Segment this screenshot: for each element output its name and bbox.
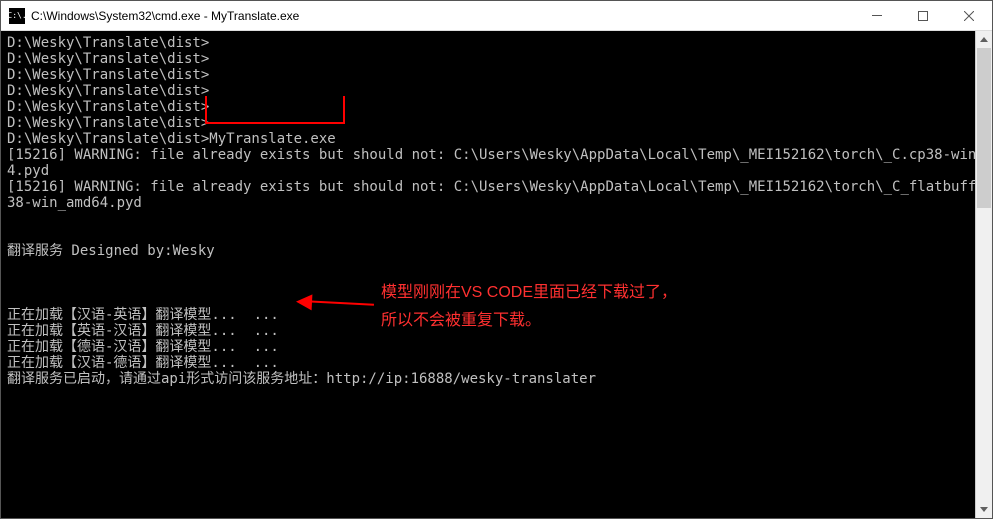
terminal-line: 翻译服务 Designed by:Wesky	[7, 243, 215, 259]
terminal-line: D:\Wesky\Translate\dist>	[7, 51, 209, 67]
terminal-line: D:\Wesky\Translate\dist>MyTranslate.exe	[7, 131, 336, 147]
terminal-line: 正在加载【汉语-英语】翻译模型... ...	[7, 307, 279, 323]
terminal-line: D:\Wesky\Translate\dist>	[7, 67, 209, 83]
terminal-line: 正在加载【英语-汉语】翻译模型... ...	[7, 323, 279, 339]
cmd-icon: C:\.	[9, 8, 25, 24]
close-button[interactable]	[946, 1, 992, 30]
terminal-line: 正在加载【汉语-德语】翻译模型... ...	[7, 355, 279, 371]
scroll-up-button[interactable]	[976, 31, 992, 48]
maximize-button[interactable]	[900, 1, 946, 30]
terminal-line: 正在加载【德语-汉语】翻译模型... ...	[7, 339, 279, 355]
annotation-arrow	[296, 294, 376, 314]
vertical-scrollbar[interactable]	[975, 31, 992, 518]
terminal-line: [15216] WARNING: file already exists but…	[7, 179, 992, 195]
terminal-line: 翻译服务已启动，请通过api形式访问该服务地址：http://ip:16888/…	[7, 371, 596, 387]
chevron-down-icon	[980, 507, 988, 512]
titlebar[interactable]: C:\. C:\Windows\System32\cmd.exe - MyTra…	[1, 1, 992, 31]
maximize-icon	[918, 11, 928, 21]
annotation-text: 模型刚刚在VS CODE里面已经下载过了， 所以不会被重复下载。	[381, 279, 677, 335]
scroll-thumb[interactable]	[977, 48, 991, 208]
terminal-line: 4.pyd	[7, 163, 49, 179]
terminal-line: D:\Wesky\Translate\dist>	[7, 99, 209, 115]
chevron-up-icon	[980, 37, 988, 42]
minimize-icon	[872, 15, 882, 16]
annotation-line2: 所以不会被重复下载。	[381, 307, 677, 335]
terminal-line: D:\Wesky\Translate\dist>	[7, 83, 209, 99]
arrow-line	[306, 300, 374, 306]
cmd-icon-text: C:\.	[7, 11, 26, 20]
terminal-line: 38-win_amd64.pyd	[7, 195, 142, 211]
terminal-line: D:\Wesky\Translate\dist>	[7, 35, 209, 51]
command-highlight-box	[205, 96, 345, 124]
window-title: C:\Windows\System32\cmd.exe - MyTranslat…	[31, 9, 854, 23]
close-icon	[964, 11, 974, 21]
minimize-button[interactable]	[854, 1, 900, 30]
window-controls	[854, 1, 992, 30]
terminal-line: [15216] WARNING: file already exists but…	[7, 147, 992, 163]
annotation-line1: 模型刚刚在VS CODE里面已经下载过了，	[381, 279, 677, 307]
terminal-output[interactable]: D:\Wesky\Translate\dist> D:\Wesky\Transl…	[1, 31, 992, 518]
scroll-down-button[interactable]	[976, 501, 992, 518]
terminal-line: D:\Wesky\Translate\dist>	[7, 115, 209, 131]
cmd-window: C:\. C:\Windows\System32\cmd.exe - MyTra…	[0, 0, 993, 519]
